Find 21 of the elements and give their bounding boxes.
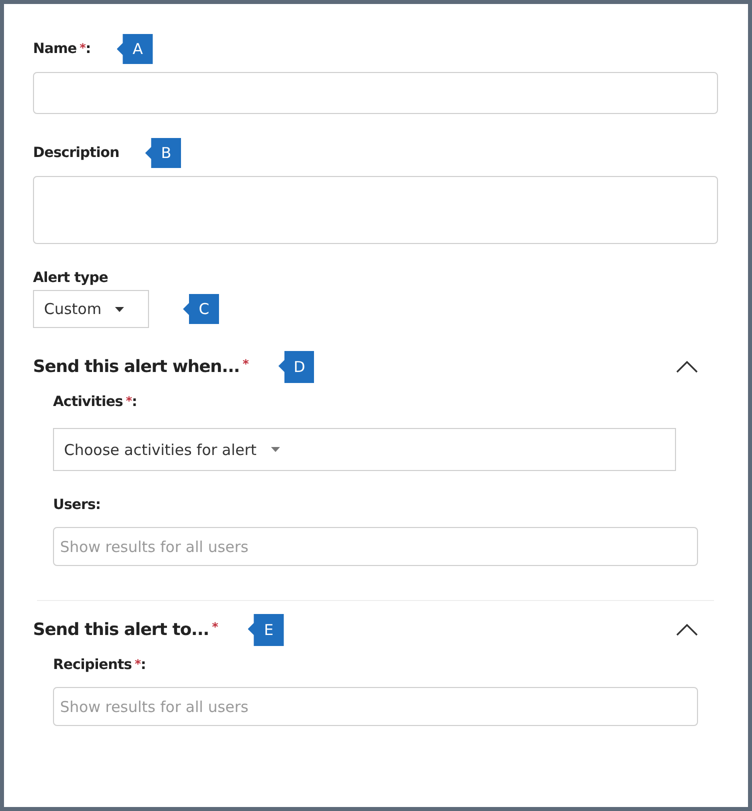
- field-label: Name *:: [33, 41, 91, 57]
- search-field[interactable]: Show results for all users: [53, 527, 698, 566]
- section-title: Send this alert to... *: [33, 620, 218, 640]
- callout-tag: A: [116, 34, 153, 64]
- activities-dropdown[interactable]: Choose activities for alert: [53, 428, 676, 471]
- callout-tag: C: [183, 294, 219, 324]
- section-title: Send this alert when... *: [33, 357, 248, 377]
- callout-tag: B: [145, 138, 182, 168]
- field-label: Alert type: [33, 270, 108, 286]
- field-label: Description: [33, 145, 120, 161]
- collapse-chevron-icon[interactable]: [676, 361, 698, 373]
- collapse-chevron-icon[interactable]: [676, 624, 698, 636]
- callout-tag: E: [248, 614, 284, 646]
- field-label: Recipients *:: [53, 657, 147, 673]
- field-label: Activities *:: [53, 394, 138, 410]
- caret-icon: [115, 306, 124, 312]
- field-label: Users:: [53, 497, 102, 513]
- search-field[interactable]: Show results for all users: [53, 687, 698, 726]
- callout-tag: D: [278, 351, 314, 383]
- alert-type-dropdown[interactable]: Custom: [33, 290, 149, 328]
- caret-icon: [270, 447, 280, 452]
